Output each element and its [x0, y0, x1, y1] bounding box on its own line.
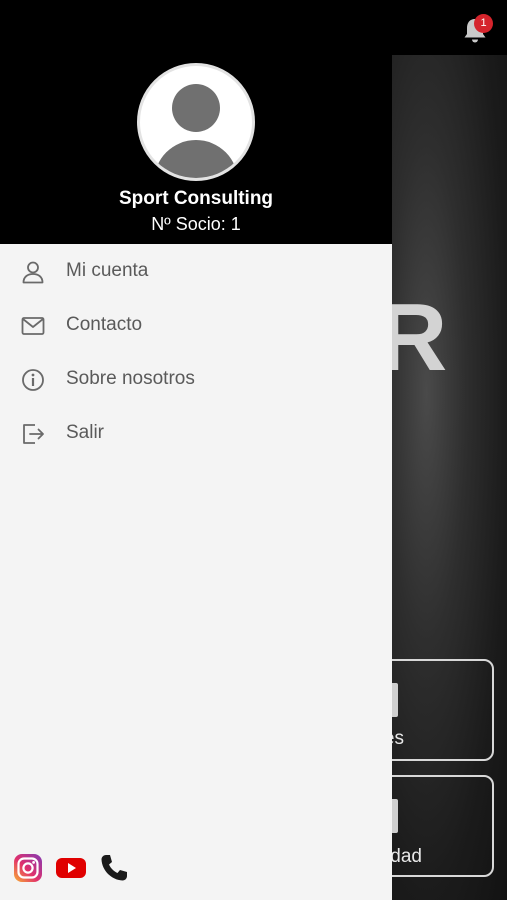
info-icon — [22, 369, 44, 391]
tile-label: dad — [390, 846, 422, 867]
menu-item-mi-cuenta[interactable]: Mi cuenta — [0, 245, 392, 299]
drawer-menu: Mi cuenta Contacto Sobre nosotros Salir — [0, 245, 392, 461]
menu-label: Contacto — [66, 314, 143, 335]
menu-label: Mi cuenta — [66, 260, 149, 281]
drawer-header: Sport Consulting Nº Socio: 1 — [0, 0, 392, 244]
menu-label: Sobre nosotros — [66, 368, 195, 389]
member-number: Nº Socio: 1 — [151, 214, 241, 234]
menu-item-sobre-nosotros[interactable]: Sobre nosotros — [0, 353, 392, 407]
avatar-body — [154, 140, 238, 178]
menu-item-salir[interactable]: Salir — [0, 407, 392, 461]
notification-badge: 1 — [474, 14, 493, 33]
hero-banner — [392, 55, 507, 900]
mail-icon — [21, 317, 45, 335]
avatar-head — [172, 84, 220, 132]
instagram-icon[interactable] — [12, 852, 44, 884]
navigation-drawer: Sport Consulting Nº Socio: 1 Mi cuenta C… — [0, 0, 392, 900]
user-name: Sport Consulting — [118, 188, 274, 209]
phone-icon[interactable] — [98, 852, 130, 884]
user-icon — [22, 261, 44, 284]
menu-label: Salir — [66, 422, 105, 443]
menu-item-contacto[interactable]: Contacto — [0, 299, 392, 353]
avatar[interactable] — [137, 63, 255, 181]
youtube-icon[interactable] — [55, 852, 87, 884]
logout-icon — [23, 424, 44, 444]
